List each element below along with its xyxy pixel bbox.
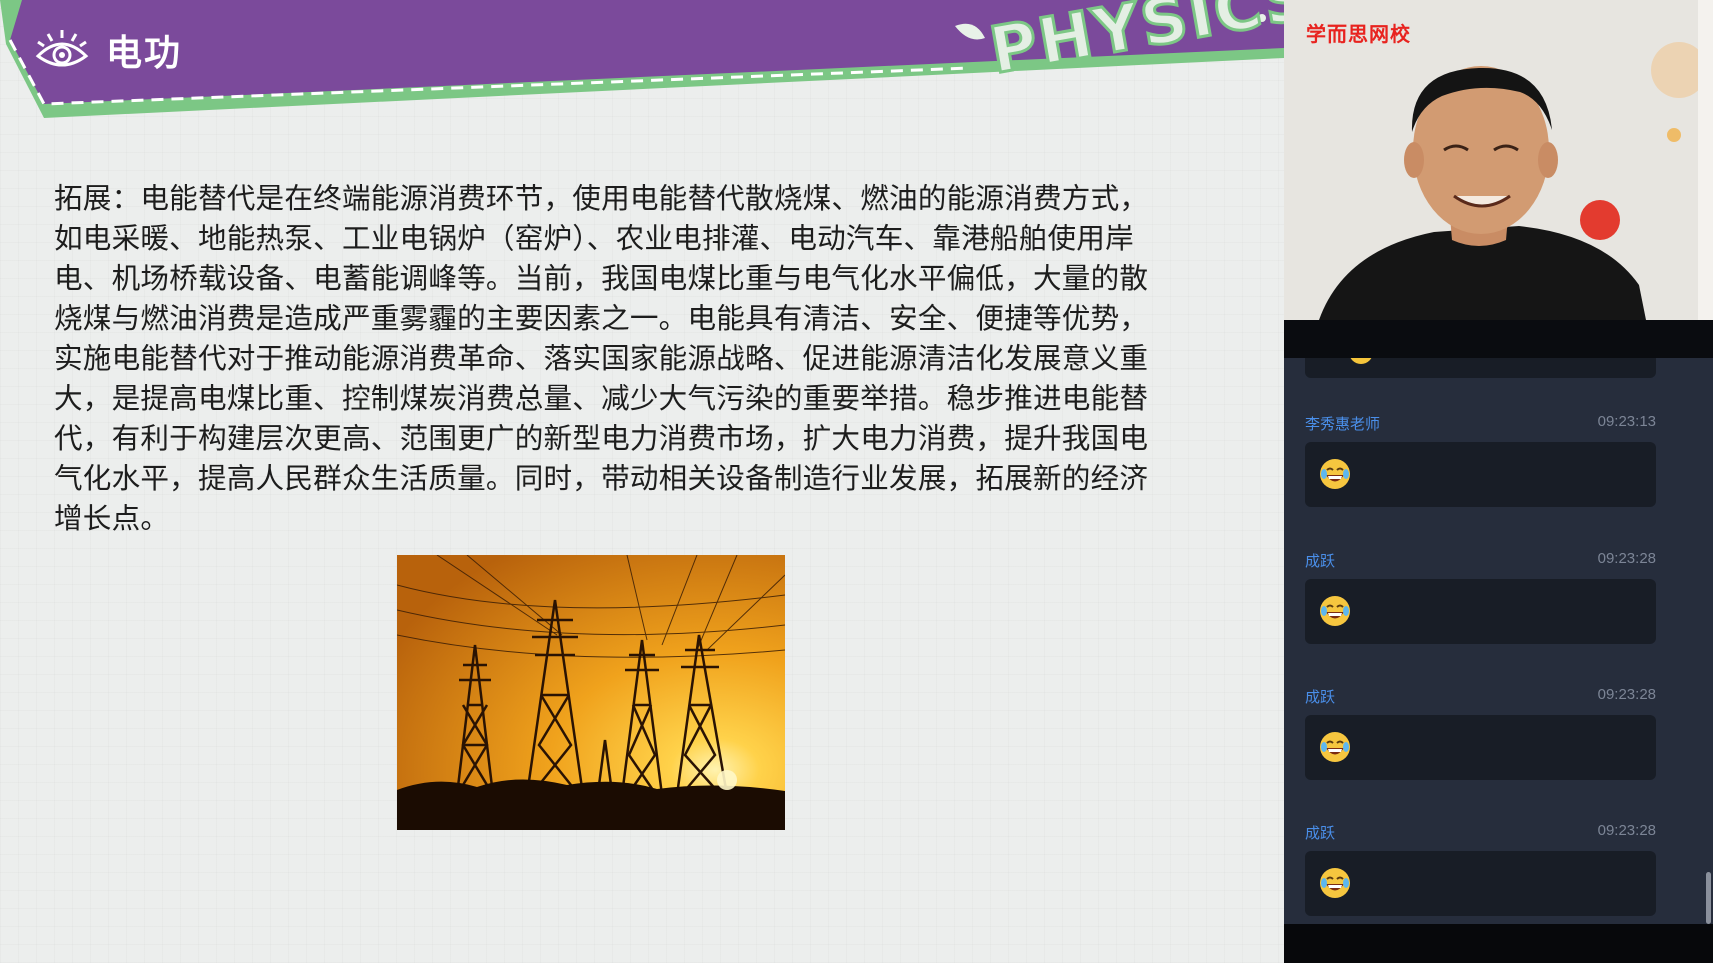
lesson-slide: 电功 PHYSICS 拓展：电能替代是在终端能源消费环节，使用电能替代散烧煤、燃… xyxy=(0,0,1284,963)
teacher-video: 学而思网校 xyxy=(1284,0,1713,320)
laughing-emoji-icon xyxy=(1320,732,1350,762)
chat-bubble xyxy=(1305,579,1656,644)
chat-message: 成跃 09:23:28 xyxy=(1305,550,1656,670)
chat-message-partial xyxy=(1305,358,1656,378)
chat-bubble xyxy=(1305,851,1656,916)
slide-title: 电功 xyxy=(106,33,183,74)
laughing-emoji-icon xyxy=(1320,868,1350,898)
chat-scrollbar[interactable] xyxy=(1706,872,1711,924)
chat-bubble xyxy=(1305,715,1656,780)
chat-timestamp: 09:23:13 xyxy=(1597,413,1656,430)
chat-timestamp: 09:23:28 xyxy=(1597,822,1656,839)
chat-message: 成跃 09:23:28 xyxy=(1305,686,1656,806)
chat-panel[interactable]: 李秀惠老师 09:23:13 成跃 09:23:28 成跃 09:23:28 成… xyxy=(1284,358,1713,924)
chat-username: 成跃 xyxy=(1305,824,1336,842)
chat-message: 成跃 09:23:28 xyxy=(1305,822,1656,924)
brand-logo-text: 学而思网校 xyxy=(1306,22,1411,46)
laughing-emoji-icon xyxy=(1349,358,1373,364)
eye-icon xyxy=(35,30,89,67)
right-panel: 学而思网校 李秀惠老师 09:23:13 成跃 09:23:28 成跃 09:2… xyxy=(1284,0,1713,963)
chat-username: 李秀惠老师 xyxy=(1305,415,1381,433)
laughing-emoji-icon xyxy=(1320,459,1350,489)
chat-username: 成跃 xyxy=(1305,552,1336,570)
laughing-emoji-icon xyxy=(1320,596,1350,626)
slide-body-text: 拓展：电能替代是在终端能源消费环节，使用电能替代散烧煤、燃油的能源消费方式，如电… xyxy=(54,181,1149,535)
chat-message: 李秀惠老师 09:23:13 xyxy=(1305,413,1656,533)
video-divider-bar xyxy=(1284,320,1713,358)
chat-timestamp: 09:23:28 xyxy=(1597,686,1656,703)
chat-bubble xyxy=(1305,442,1656,507)
power-tower-photo xyxy=(397,555,785,830)
chat-username: 成跃 xyxy=(1305,688,1336,706)
teacher-video-frame xyxy=(1284,0,1713,320)
chat-timestamp: 09:23:28 xyxy=(1597,550,1656,567)
chat-bottom-bar xyxy=(1284,924,1713,963)
